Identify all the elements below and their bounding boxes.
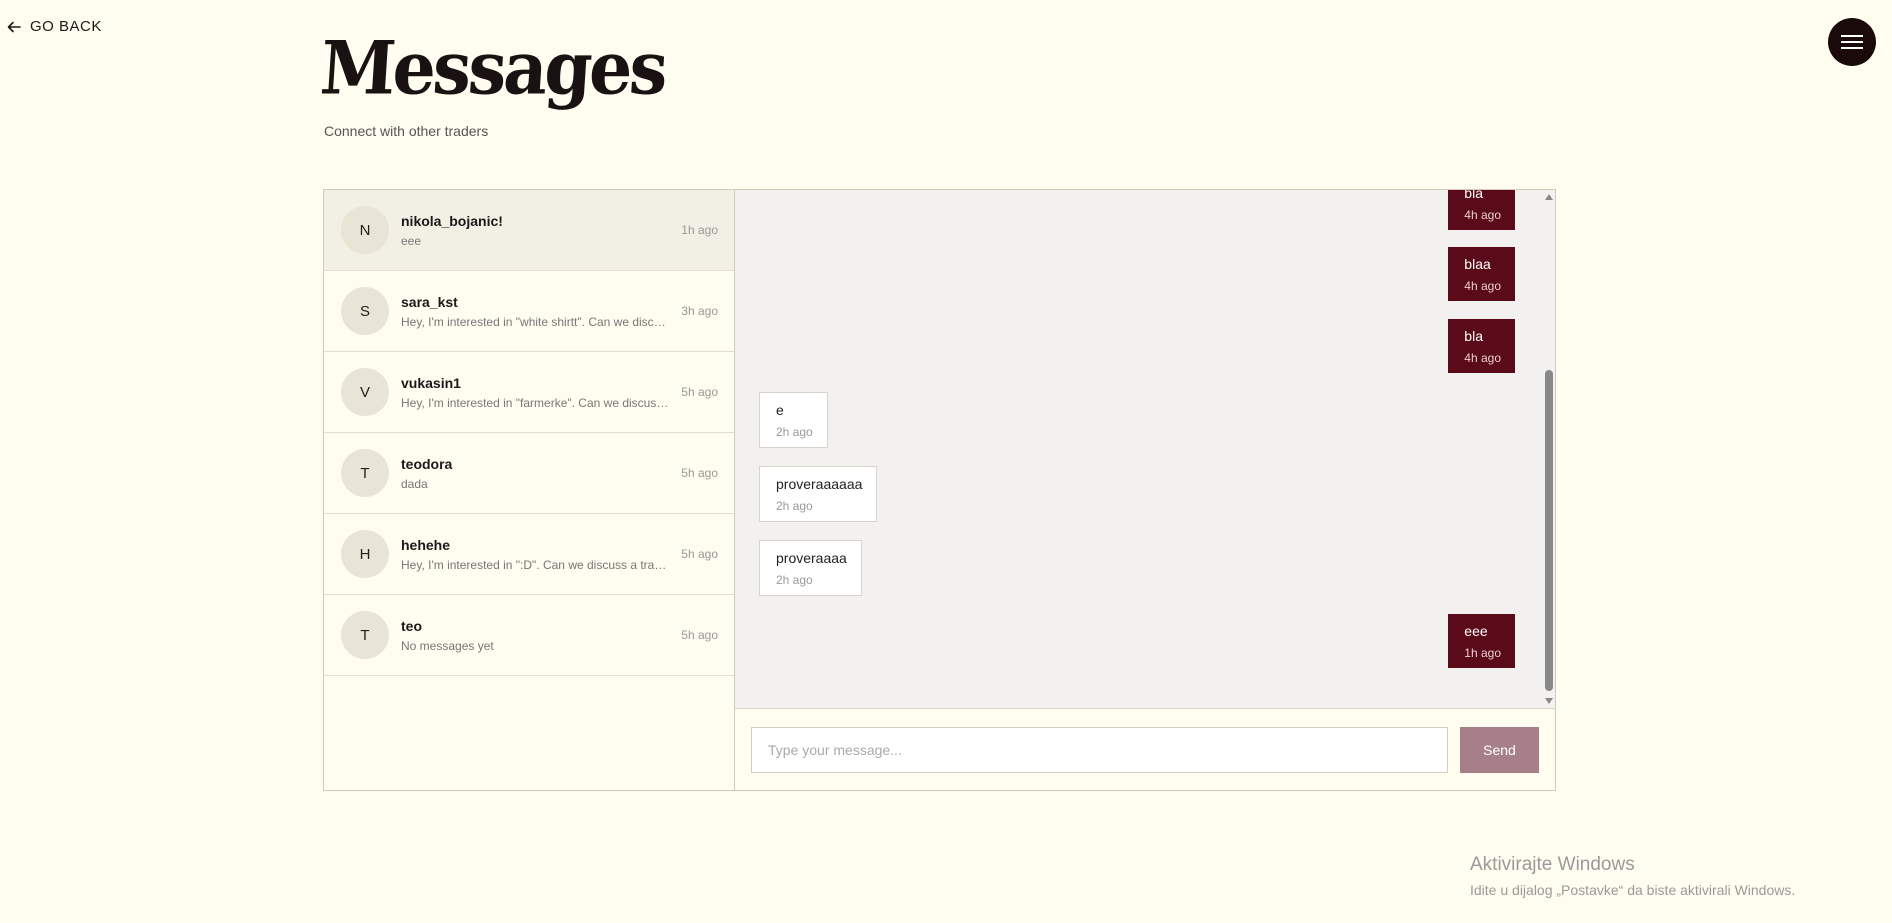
conversation-time: 5h ago bbox=[681, 547, 718, 561]
arrow-left-icon bbox=[7, 21, 21, 32]
conversation-item[interactable]: V vukasin1 Hey, I'm interested in "farme… bbox=[324, 352, 734, 433]
avatar: V bbox=[341, 368, 389, 416]
avatar: H bbox=[341, 530, 389, 578]
message-thread[interactable]: bla 4h ago blaa 4h ago bla 4h ago e 2h a… bbox=[735, 190, 1555, 709]
message-time: 2h ago bbox=[776, 425, 813, 439]
conversation-item[interactable]: N nikola_bojanic! eee 1h ago bbox=[324, 190, 734, 271]
go-back-label: GO BACK bbox=[30, 18, 102, 35]
message-time: 4h ago bbox=[1464, 208, 1501, 222]
avatar: T bbox=[341, 611, 389, 659]
message-text: blaa bbox=[1464, 256, 1491, 272]
conversation-list: N nikola_bojanic! eee 1h ago S sara_kst … bbox=[324, 190, 735, 790]
avatar: S bbox=[341, 287, 389, 335]
avatar: T bbox=[341, 449, 389, 497]
message-time: 4h ago bbox=[1464, 279, 1501, 293]
message-time: 1h ago bbox=[1464, 646, 1501, 660]
conversation-time: 5h ago bbox=[681, 466, 718, 480]
message-text: bla bbox=[1464, 328, 1483, 344]
windows-activation-watermark: Aktivirajte Windows Idite u dijalog „Pos… bbox=[1470, 854, 1795, 898]
go-back-button[interactable]: GO BACK bbox=[6, 18, 102, 35]
message-time: 2h ago bbox=[776, 573, 813, 587]
messages-panel: N nikola_bojanic! eee 1h ago S sara_kst … bbox=[323, 189, 1556, 791]
message-bubble-incoming: e 2h ago bbox=[759, 392, 828, 448]
message-bubble-outgoing: eee 1h ago bbox=[1448, 614, 1515, 668]
message-text: e bbox=[776, 402, 784, 418]
message-composer: Send bbox=[735, 709, 1555, 790]
message-time: 4h ago bbox=[1464, 351, 1501, 365]
conversation-time: 3h ago bbox=[681, 304, 718, 318]
message-input[interactable] bbox=[751, 726, 1448, 773]
conversation-preview: dada bbox=[401, 476, 428, 491]
conversation-name: teo bbox=[401, 617, 422, 634]
watermark-subtitle: Idite u dijalog „Postavke“ da biste akti… bbox=[1470, 882, 1796, 898]
watermark-title: Aktivirajte Windows bbox=[1470, 854, 1635, 875]
conversation-preview: eee bbox=[401, 233, 422, 248]
chat-pane: bla 4h ago blaa 4h ago bla 4h ago e 2h a… bbox=[735, 190, 1555, 790]
scrollbar-thumb[interactable] bbox=[1545, 370, 1553, 691]
message-scrollbar[interactable] bbox=[1543, 190, 1555, 708]
message-text: proveraaaa bbox=[776, 550, 847, 566]
page-title: Messages bbox=[317, 25, 668, 112]
conversation-name: hehehe bbox=[401, 536, 451, 553]
message-bubble-outgoing: blaa 4h ago bbox=[1448, 247, 1515, 301]
message-text: proveraaaaaa bbox=[776, 476, 863, 492]
conversation-time: 5h ago bbox=[681, 385, 718, 399]
conversation-item[interactable]: S sara_kst Hey, I'm interested in "white… bbox=[324, 271, 734, 352]
message-bubble-incoming: proveraaaa 2h ago bbox=[759, 540, 862, 596]
message-text: bla bbox=[1464, 190, 1483, 201]
message-bubble-outgoing: bla 4h ago bbox=[1448, 319, 1515, 373]
avatar: N bbox=[341, 206, 389, 254]
scroll-down-arrow-icon[interactable] bbox=[1545, 698, 1553, 704]
conversation-time: 1h ago bbox=[681, 223, 718, 237]
send-button[interactable]: Send bbox=[1460, 726, 1539, 773]
menu-button[interactable] bbox=[1828, 18, 1876, 66]
conversation-preview: Hey, I'm interested in "farmerke". Can w… bbox=[401, 395, 671, 410]
message-bubble-incoming: proveraaaaaa 2h ago bbox=[759, 466, 878, 522]
conversation-item[interactable]: T teodora dada 5h ago bbox=[324, 433, 734, 514]
message-text: eee bbox=[1464, 623, 1488, 639]
conversation-preview: Hey, I'm interested in ":D". Can we disc… bbox=[401, 557, 671, 572]
message-time: 2h ago bbox=[776, 499, 813, 513]
conversation-preview: No messages yet bbox=[401, 638, 494, 653]
conversation-name: nikola_bojanic! bbox=[401, 212, 503, 229]
conversation-name: teodora bbox=[401, 455, 453, 472]
conversation-item[interactable]: T teo No messages yet 5h ago bbox=[324, 595, 734, 676]
scroll-up-arrow-icon[interactable] bbox=[1545, 194, 1553, 200]
conversation-item[interactable]: H hehehe Hey, I'm interested in ":D". Ca… bbox=[324, 514, 734, 595]
page-subtitle: Connect with other traders bbox=[324, 123, 489, 139]
conversation-name: sara_kst bbox=[401, 293, 458, 310]
message-bubble-outgoing: bla 4h ago bbox=[1448, 190, 1515, 230]
conversation-time: 5h ago bbox=[681, 628, 718, 642]
conversation-name: vukasin1 bbox=[401, 374, 461, 391]
conversation-preview: Hey, I'm interested in "white shirtt". C… bbox=[401, 314, 671, 329]
hamburger-menu-icon bbox=[1841, 35, 1863, 49]
